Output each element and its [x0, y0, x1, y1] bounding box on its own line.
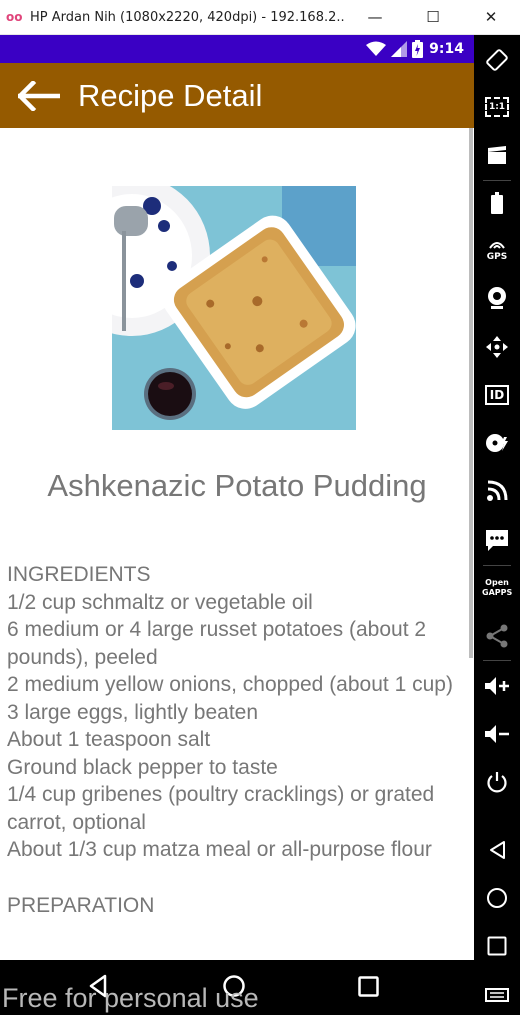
separator [483, 660, 511, 661]
rotate-button[interactable] [474, 40, 520, 80]
recipe-title: Ashkenazic Potato Pudding [47, 468, 427, 503]
nav-recents-icon[interactable] [358, 976, 379, 997]
battery-button[interactable] [474, 183, 520, 223]
ingredient-item: 6 medium or 4 large russet potatoes (abo… [7, 618, 427, 669]
ingredients-heading: INGREDIENTS [7, 563, 151, 586]
disk-icon [486, 434, 508, 452]
share-button[interactable] [474, 616, 520, 656]
ingredient-item: 2 medium yellow onions, chopped (about 1… [7, 673, 453, 696]
screencast-button[interactable] [474, 135, 520, 175]
ingredient-item: About 1 teaspoon salt [7, 728, 211, 751]
separator [483, 565, 511, 566]
app-bar: Recipe Detail [0, 63, 474, 128]
potato-pudding-photo [112, 186, 356, 430]
opengapps-icon: Open GAPPS [482, 578, 513, 597]
signal-icon [391, 41, 408, 57]
message-icon [486, 530, 508, 551]
page-title: Recipe Detail [78, 77, 263, 113]
status-time: 9:14 [429, 41, 464, 57]
ingredient-item: Ground black pepper to taste [7, 755, 278, 779]
volume-down-icon [485, 725, 509, 743]
move-icon [486, 336, 508, 358]
arrow-back-icon [18, 80, 60, 111]
ingredient-item: 1/4 cup gribenes (poultry cracklings) or… [7, 783, 435, 834]
share-icon [486, 624, 508, 648]
wifi-icon [366, 41, 387, 56]
app-logo-icon: oo [6, 10, 23, 24]
ratio-icon: 1:1 [484, 97, 510, 117]
id-icon: ID [484, 385, 510, 405]
window-title: HP Ardan Nih (1080x2220, 420dpi) - 192.1… [30, 9, 346, 25]
maximize-button[interactable]: ☐ [404, 0, 462, 35]
separator [483, 180, 511, 181]
recents-key-button[interactable] [474, 926, 520, 966]
close-button[interactable]: ✕ [462, 0, 520, 35]
camera-button[interactable] [474, 278, 520, 318]
back-triangle-icon [490, 841, 505, 859]
home-key-button[interactable] [474, 878, 520, 918]
back-button[interactable] [0, 63, 78, 128]
opengapps-button[interactable]: Open GAPPS [474, 568, 520, 608]
move-button[interactable] [474, 327, 520, 367]
volume-down-button[interactable] [474, 714, 520, 754]
battery-icon [412, 40, 424, 58]
volume-up-icon [485, 677, 509, 695]
ingredient-item: 1/2 cup schmaltz or vegetable oil [7, 590, 313, 614]
cast-button[interactable] [474, 471, 520, 511]
pixel-perfect-button[interactable]: 1:1 [474, 87, 520, 127]
scrollbar[interactable] [469, 128, 473, 658]
window-titlebar: oo HP Ardan Nih (1080x2220, 420dpi) - 19… [0, 0, 520, 35]
status-bar: 9:14 [0, 35, 474, 63]
ingredient-item: About 1/3 cup matza meal or all-purpose … [7, 838, 432, 861]
rss-icon [487, 480, 508, 501]
menu-key-button[interactable] [474, 975, 520, 1015]
menu-icon [485, 988, 509, 1002]
emulator-toolbar: 1:1 GPS ID Open GAPPS [474, 35, 520, 1015]
nav-home-icon[interactable] [222, 974, 246, 998]
minimize-button[interactable]: — [346, 0, 404, 35]
identifiers-button[interactable]: ID [474, 375, 520, 415]
recipe-content[interactable]: Ashkenazic Potato Pudding INGREDIENTS 1/… [0, 128, 474, 960]
battery-icon [491, 192, 503, 214]
rotate-icon [486, 49, 508, 71]
power-icon [487, 772, 507, 793]
back-key-button[interactable] [474, 830, 520, 870]
android-nav-bar [0, 960, 474, 1015]
webcam-icon [488, 287, 506, 309]
power-button[interactable] [474, 762, 520, 802]
gps-button[interactable]: GPS [474, 231, 520, 271]
recipe-body: INGREDIENTS 1/2 cup schmaltz or vegetabl… [7, 561, 467, 919]
home-circle-icon [487, 888, 507, 908]
status-icons [366, 40, 424, 58]
ingredient-item: 3 large eggs, lightly beaten [7, 700, 259, 724]
gps-icon: GPS [487, 241, 507, 262]
gps-label: GPS [486, 251, 508, 262]
preparation-heading: PREPARATION [7, 893, 155, 917]
phone-screen: 9:14 Recipe Detail Ashkenazic Potato Pud… [0, 35, 474, 1015]
recipe-image [112, 186, 356, 430]
nav-back-icon[interactable] [88, 974, 108, 998]
recents-square-icon [487, 936, 507, 956]
clapperboard-icon [488, 146, 506, 164]
volume-up-button[interactable] [474, 666, 520, 706]
disk-button[interactable] [474, 423, 520, 463]
sms-button[interactable] [474, 520, 520, 560]
